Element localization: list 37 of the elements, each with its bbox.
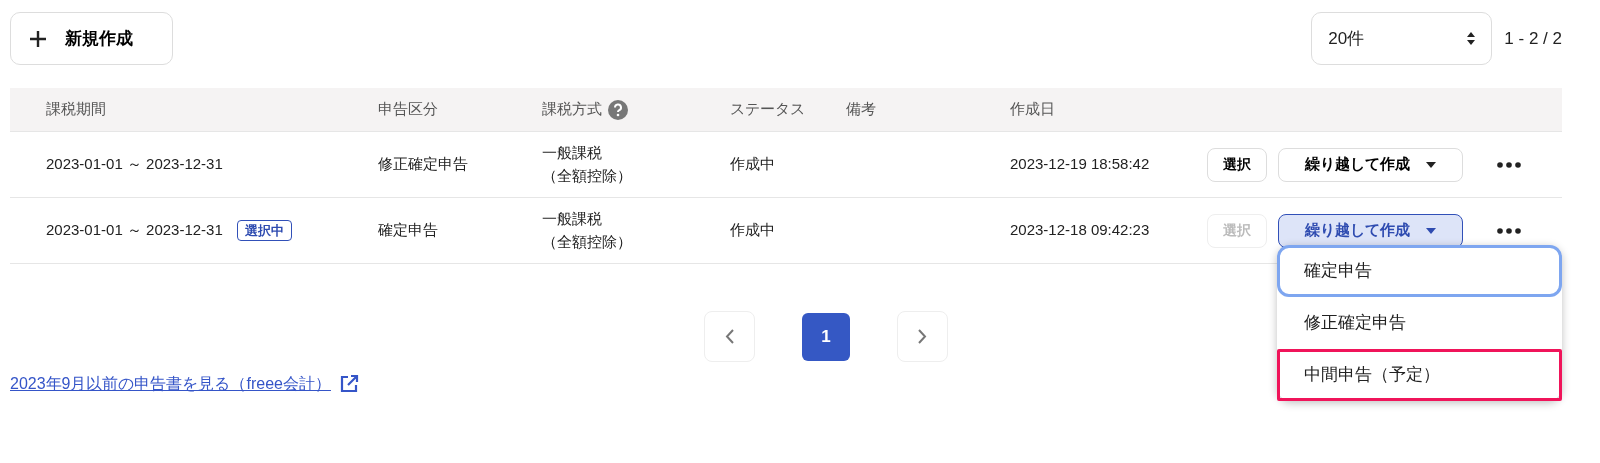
column-header: 備考	[846, 99, 876, 120]
table-cell-text: 修正確定申告	[378, 154, 468, 175]
external-link-icon	[338, 374, 359, 394]
external-link[interactable]: 2023年9月以前の申告書を見る（freee会計）	[10, 372, 331, 396]
table-cell-text: 2023-12-19 18:58:42	[1010, 154, 1150, 175]
column-header: 課税方式	[542, 99, 602, 120]
range-text: 1 - 2 / 2	[1504, 27, 1562, 50]
column-header: 課税期間	[46, 99, 106, 120]
caret-icon	[1426, 227, 1436, 234]
menu-item[interactable]: 確定申告	[1277, 245, 1562, 297]
table-cell-text: 確定申告	[378, 220, 438, 241]
sort-caret-icon	[1467, 32, 1476, 45]
carry-over-button[interactable]: 繰り越して作成	[1278, 213, 1463, 248]
table-cell-text: 2023-01-01 ～ 2023-12-31	[46, 154, 223, 175]
selected-badge: 選択中	[236, 219, 292, 242]
chevron-right-icon	[918, 329, 927, 344]
column-header: 作成日	[1010, 99, 1055, 120]
select-button[interactable]: 選択	[1207, 147, 1267, 182]
column-header: 申告区分	[378, 99, 438, 120]
new-button[interactable]: 新規作成	[10, 12, 173, 65]
plus-icon	[29, 29, 47, 48]
table-cell-text: 一般課税 （全額控除）	[542, 143, 632, 186]
more-icon[interactable]	[1497, 161, 1521, 168]
table-cell-text: 2023-01-01 ～ 2023-12-31	[46, 220, 223, 241]
table-cell-text: 一般課税 （全額控除）	[542, 209, 632, 252]
chevron-left-icon	[725, 329, 734, 344]
more-icon[interactable]	[1497, 227, 1521, 234]
page-button[interactable]: 1	[802, 312, 850, 361]
table-cell-text: 2023-12-18 09:42:23	[1010, 220, 1150, 241]
column-header: ステータス	[730, 99, 805, 120]
page-size-select[interactable]: 20件	[1311, 12, 1493, 65]
carry-over-button[interactable]: 繰り越して作成	[1278, 147, 1463, 182]
menu-item[interactable]: 中間申告（予定）	[1277, 349, 1562, 401]
menu-item[interactable]: 修正確定申告	[1277, 297, 1562, 349]
caret-icon	[1426, 161, 1436, 168]
table-cell-text: 作成中	[730, 220, 775, 241]
table-cell-text: 作成中	[730, 154, 775, 175]
